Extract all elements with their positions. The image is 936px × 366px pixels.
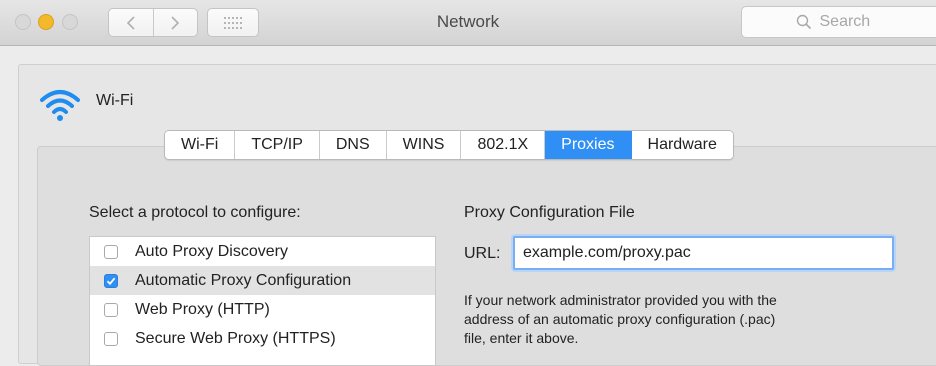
- tab-8021x[interactable]: 802.1X: [461, 131, 546, 159]
- list-item-label: Web Proxy (HTTP): [135, 300, 270, 318]
- wifi-icon: [40, 90, 80, 121]
- search-field[interactable]: [741, 6, 936, 38]
- interface-name: Wi-Fi: [96, 92, 134, 109]
- list-item-label: Automatic Proxy Configuration: [135, 271, 352, 289]
- list-item-label: Secure Web Proxy (HTTPS): [135, 329, 336, 347]
- auto-proxy-discovery-checkbox[interactable]: [104, 244, 118, 259]
- search-input[interactable]: [817, 12, 892, 32]
- protocol-list-heading: Select a protocol to configure:: [89, 204, 301, 221]
- protocol-list: Auto Proxy Discovery Automatic Proxy Con…: [89, 236, 436, 366]
- proxy-config-heading: Proxy Configuration File: [464, 204, 635, 221]
- tab-tcpip[interactable]: TCP/IP: [235, 131, 320, 159]
- url-label: URL:: [464, 245, 501, 262]
- secure-web-proxy-https-checkbox[interactable]: [104, 331, 118, 346]
- tab-dns[interactable]: DNS: [319, 131, 387, 159]
- checkmark-icon: [106, 277, 116, 285]
- url-input[interactable]: [513, 236, 894, 270]
- help-text: If your network administrator provided y…: [464, 291, 884, 348]
- tab-wins[interactable]: WINS: [386, 131, 462, 159]
- list-item-label: Auto Proxy Discovery: [135, 242, 288, 260]
- list-item-automatic-proxy-configuration[interactable]: Automatic Proxy Configuration: [90, 266, 435, 295]
- list-item-secure-web-proxy-https[interactable]: Secure Web Proxy (HTTPS): [90, 324, 435, 353]
- tab-hardware[interactable]: Hardware: [631, 131, 733, 159]
- tab-bar: Wi-Fi TCP/IP DNS WINS 802.1X Proxies Har…: [164, 130, 734, 160]
- tab-proxies[interactable]: Proxies: [545, 131, 632, 159]
- help-text-line: file, enter it above.: [464, 330, 579, 346]
- automatic-proxy-configuration-checkbox[interactable]: [104, 273, 118, 288]
- web-proxy-http-checkbox[interactable]: [104, 302, 118, 317]
- list-item-auto-proxy-discovery[interactable]: Auto Proxy Discovery: [90, 237, 435, 266]
- help-text-line: address of an automatic proxy configurat…: [464, 311, 776, 327]
- title-bar: Network: [0, 0, 936, 46]
- search-icon: [796, 14, 811, 30]
- help-text-line: If your network administrator provided y…: [464, 292, 777, 308]
- list-item-web-proxy-http[interactable]: Web Proxy (HTTP): [90, 295, 435, 324]
- tab-wifi[interactable]: Wi-Fi: [165, 131, 236, 159]
